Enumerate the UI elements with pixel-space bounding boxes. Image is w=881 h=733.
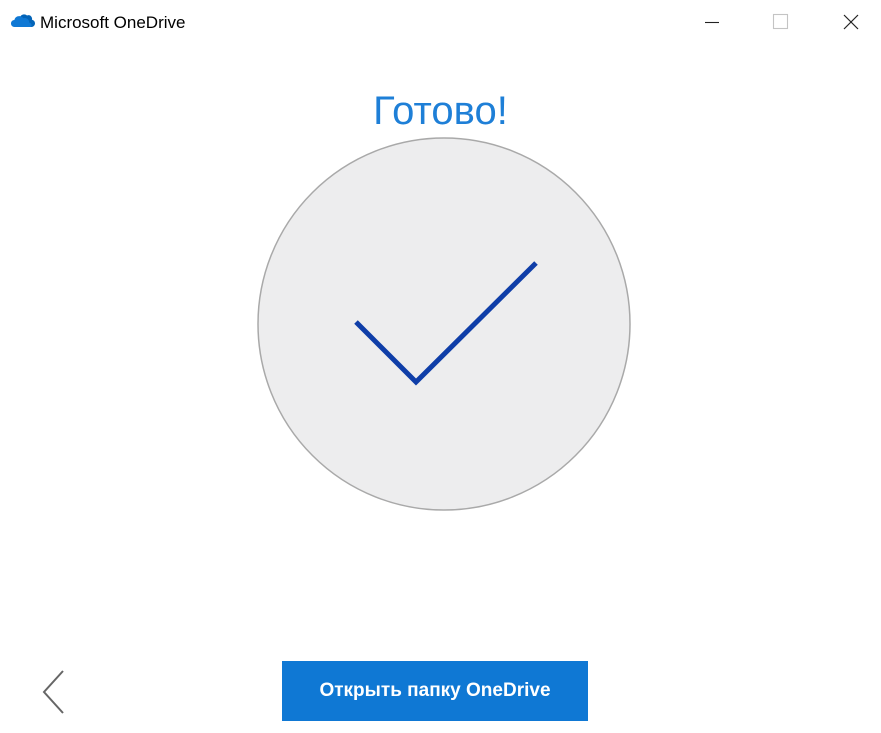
- chevron-left-icon: [42, 670, 64, 714]
- maximize-icon: [772, 13, 789, 30]
- title-bar[interactable]: Microsoft OneDrive: [0, 0, 881, 44]
- open-onedrive-folder-button[interactable]: Открыть папку OneDrive: [282, 661, 588, 721]
- back-button[interactable]: [36, 668, 72, 718]
- success-circle: [257, 137, 631, 511]
- onedrive-window: Microsoft OneDrive Готово! Открыть папку…: [0, 0, 881, 733]
- maximize-button[interactable]: [752, 0, 810, 44]
- window-title: Microsoft OneDrive: [40, 13, 186, 32]
- minimize-icon: [705, 21, 719, 24]
- onedrive-cloud-icon: [11, 14, 35, 27]
- close-button[interactable]: [822, 0, 880, 44]
- close-icon: [843, 14, 859, 30]
- page-title: Готово!: [373, 88, 508, 133]
- minimize-button[interactable]: [683, 0, 741, 44]
